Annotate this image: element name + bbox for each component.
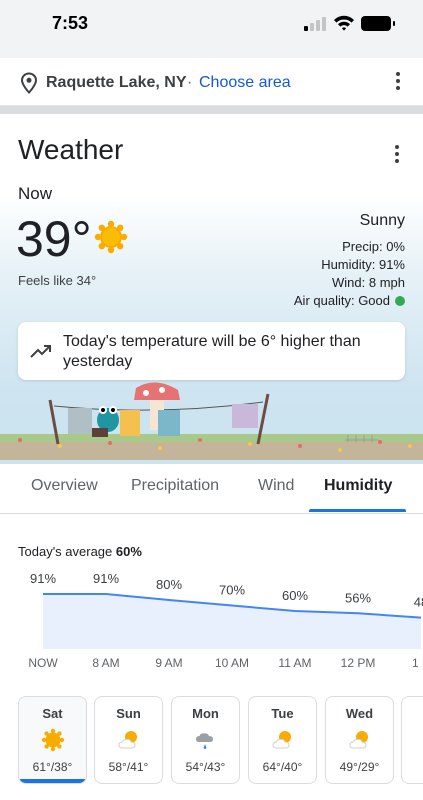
humidity-value-label: 91% [30,571,56,586]
average-label: Today's average [18,544,116,559]
day-card[interactable]: 4 [401,696,423,784]
location-bar: Raquette Lake, NY · Choose area [0,58,423,106]
humidity-value-label: 91% [93,571,119,586]
condition-label: Sunny [359,212,405,229]
comparison-text: Today's temperature will be 6° higher th… [63,333,361,370]
location-pin-icon [20,72,38,94]
day-name: Wed [345,706,374,721]
location-more-icon[interactable] [395,72,401,92]
day-card[interactable]: Sat 61°/38° [18,696,87,784]
partly-cloudy-icon [348,728,372,752]
day-card[interactable]: Mon 54°/43° [171,696,240,784]
active-tab-indicator [309,509,406,512]
time-tick-label: NOW [28,656,58,670]
humidity-value-label: 48 [414,595,423,610]
humidity-average: Today's average 60% [18,544,142,559]
day-name: Sun [116,706,141,721]
time-tick-label: 1 P [412,656,423,670]
humidity-value-label: 60% [282,588,308,603]
day-temperature: 4 [402,760,423,774]
humidity-value: Humidity: 91% [321,257,405,272]
status-bar: 7:53 [0,0,423,48]
daily-forecast: Sat 61°/38° Sun 58°/41° Mon 54°/43° Tue 64°/40°… [0,696,423,784]
time-tick-label: 11 AM [278,656,311,670]
day-temperature: 64°/40° [262,760,303,774]
status-time: 7:53 [52,13,89,33]
wifi-icon [334,15,354,31]
partly-cloudy-icon [117,728,141,752]
humidity-value-label: 70% [219,583,245,598]
day-name: Tue [271,706,294,721]
air-quality-row[interactable]: Air quality: Good [294,292,405,310]
humidity-chart: 91% 91% 80% 70% 60% 56% 48 NOW 8 AM 9 AM 10 AM 11 A… [28,571,423,670]
conditions: Sunny Precip: 0% Humidity: 91% Wind: 8 m… [294,212,405,310]
day-card[interactable]: Wed 49°/29° [325,696,394,784]
weather-more-icon[interactable] [394,145,400,165]
tab-wind[interactable]: Wind [258,477,294,495]
tab-overview[interactable]: Overview [31,477,98,495]
weather-card: Weather Now 39° Feels like 34° Sunny Pre… [0,114,423,800]
average-value: 60% [115,544,142,559]
time-tick-label: 9 AM [155,656,182,670]
selected-day-indicator [19,779,86,783]
now-label: Now [18,184,53,203]
choose-area-link[interactable]: Choose area [199,74,291,92]
day-name: Sat [42,706,63,721]
card-title: Weather [18,134,124,165]
divider [0,106,423,114]
day-card[interactable]: Sun 58°/41° [94,696,163,784]
time-tick-label: 12 PM [341,656,376,670]
battery-icon [361,16,395,31]
day-card[interactable]: Tue 64°/40° [248,696,317,784]
humidity-value-label: 80% [156,577,182,592]
cellular-signal-icon [304,17,326,31]
precipitation-value: Precip: 0% [342,239,405,254]
location-name: Raquette Lake, NY [46,74,187,91]
air-quality-value: Air quality: Good [293,293,390,308]
air-quality-dot-icon [395,296,405,306]
day-name: Mon [192,706,219,721]
current-temperature: 39° [16,211,92,267]
location-separator: · [187,74,193,91]
day-temperature: 58°/41° [108,760,149,774]
rain-cloud-icon [194,728,218,752]
wind-value: Wind: 8 mph [332,275,405,290]
time-tick-label: 8 AM [92,656,119,670]
sun-icon [94,220,128,254]
detail-tabs: Overview Precipitation Wind Humidity [0,460,423,514]
time-tick-label: 10 AM [215,656,249,670]
temperature-comparison: Today's temperature will be 6° higher th… [18,322,405,380]
humidity-value-label: 56% [345,590,371,605]
partly-cloudy-icon [271,728,295,752]
trending-up-icon [30,345,51,358]
feels-like: Feels like 34° [18,273,97,288]
day-temperature: 54°/43° [185,760,226,774]
day-temperature: 49°/29° [339,760,380,774]
tab-humidity[interactable]: Humidity [324,477,392,495]
day-temperature: 61°/38° [32,760,73,774]
sun-icon [41,728,65,752]
tab-precipitation[interactable]: Precipitation [131,477,219,495]
weather-illustration [0,382,423,460]
